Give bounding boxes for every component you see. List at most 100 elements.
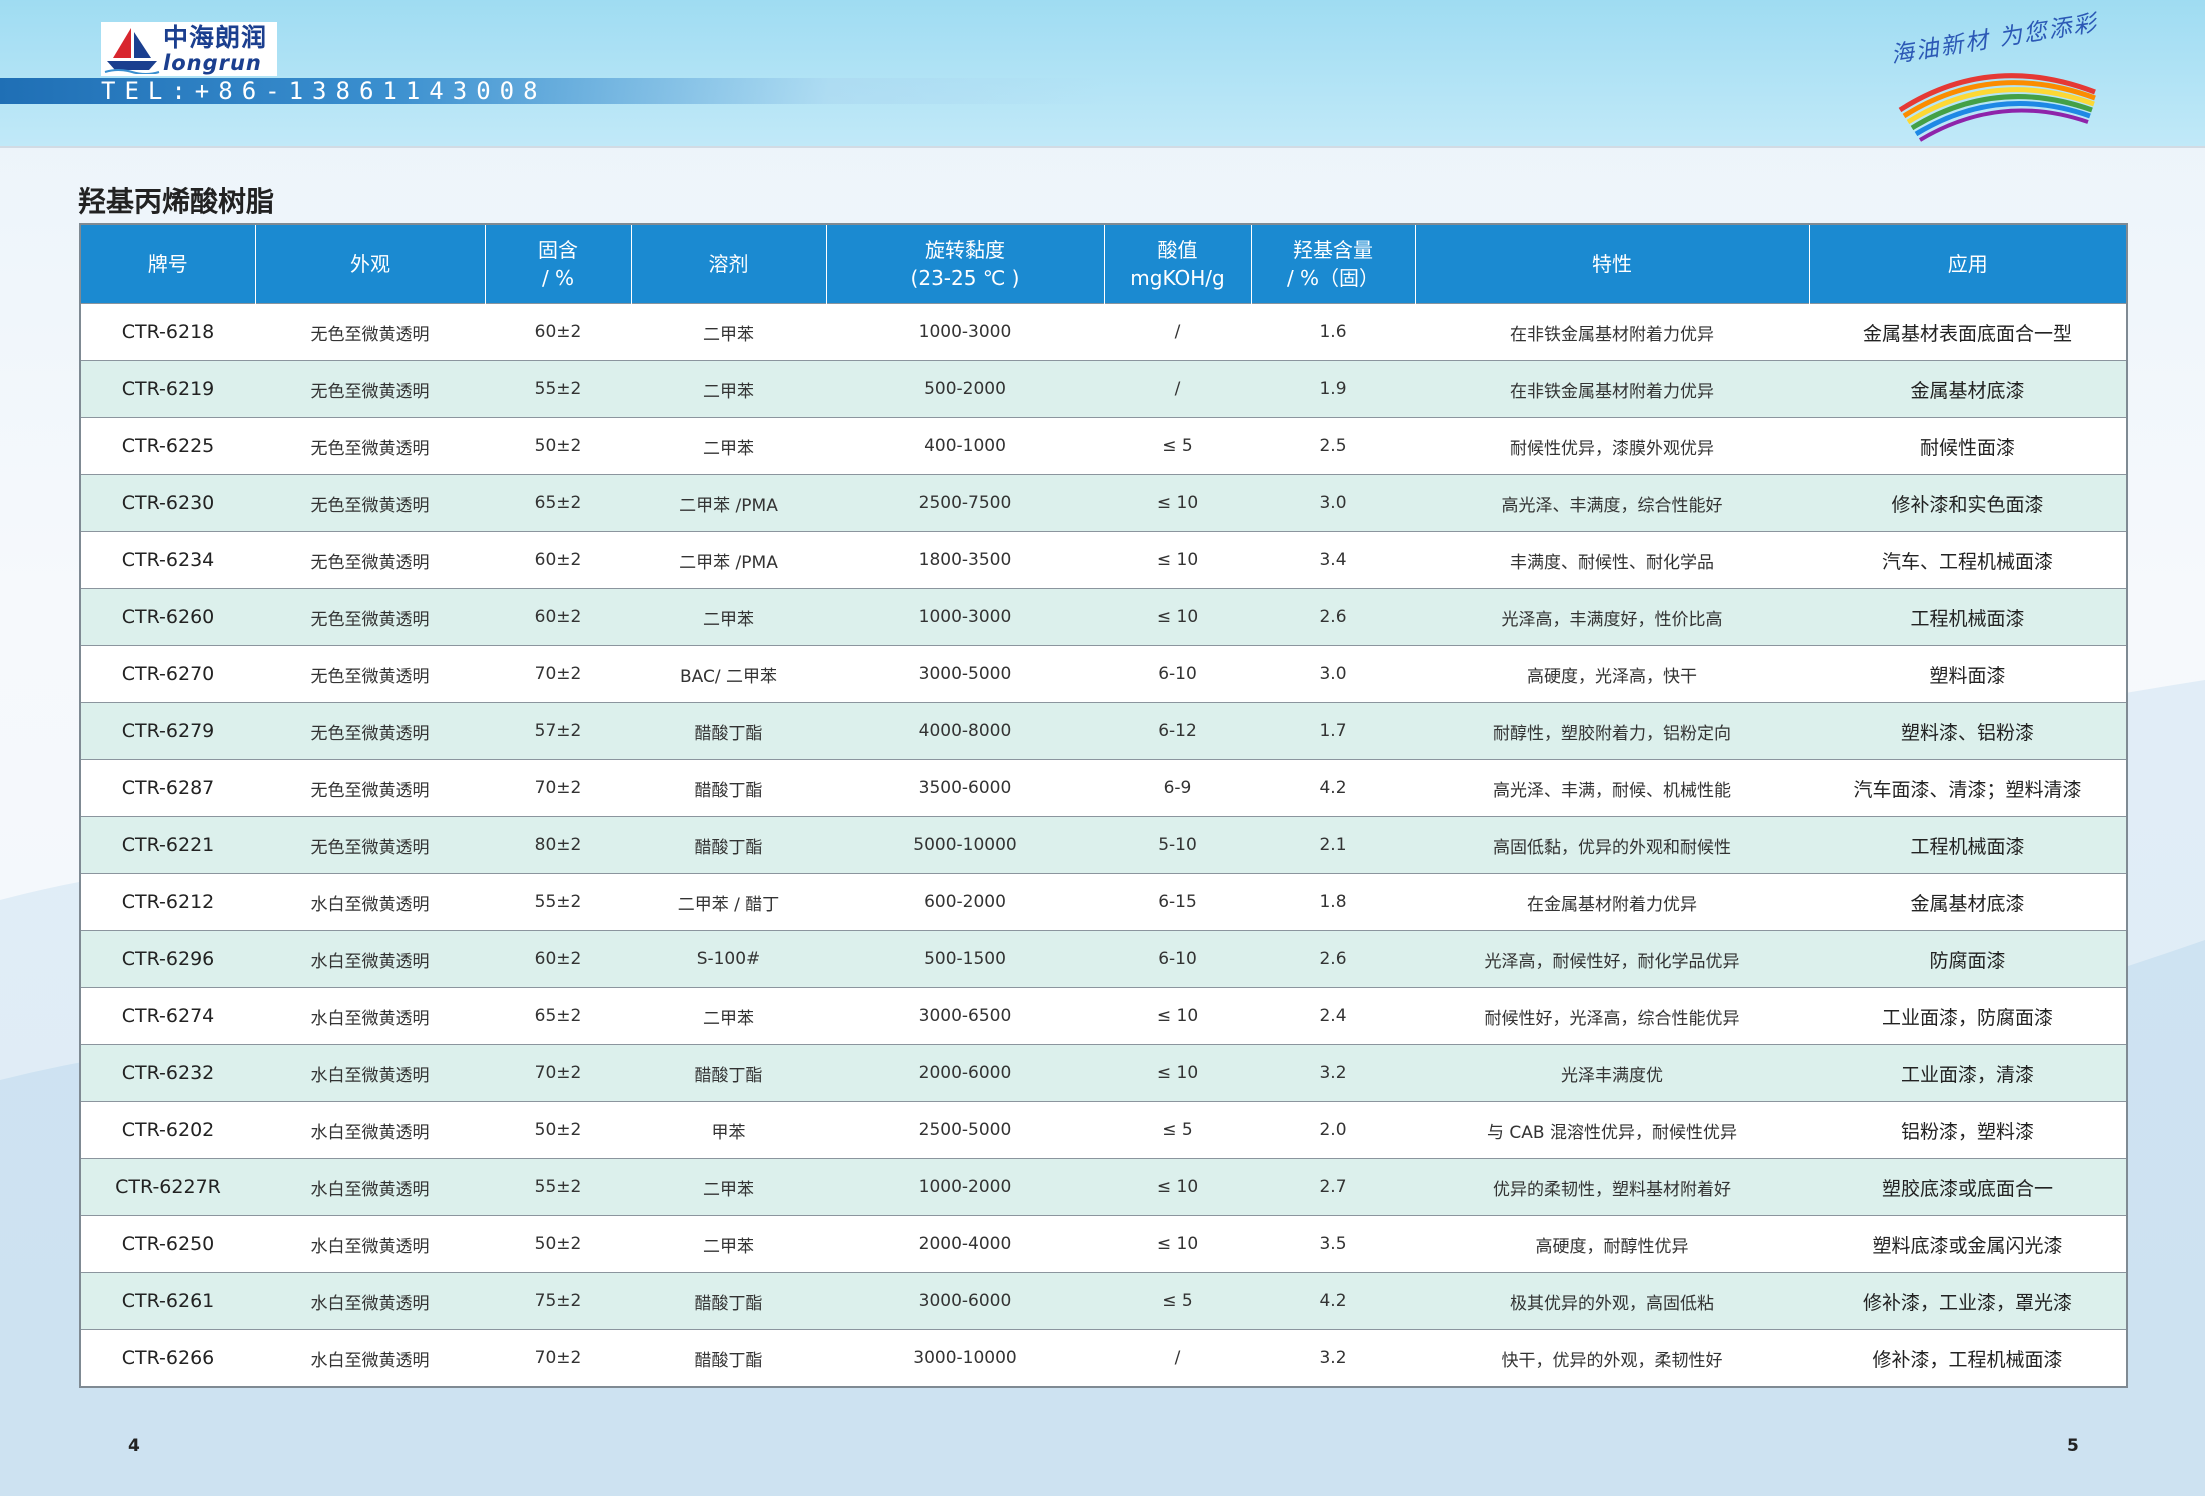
cell-solids: 55±2 <box>485 873 631 931</box>
table-row: CTR-6287 无色至微黄透明 70±2 醋酸丁酯 3500-6000 6-9 4.2 高光… <box>80 759 2127 817</box>
company-logo: 中海朗润 longrun <box>101 22 277 76</box>
cell-acid-value: ≤ 10 <box>1104 588 1251 646</box>
column-header-solvent: 溶剂 <box>631 224 827 304</box>
cell-viscosity: 3000-6500 <box>826 987 1104 1045</box>
cell-solids: 57±2 <box>485 702 631 760</box>
logo-english-name: longrun <box>163 50 262 75</box>
cell-acid-value: / <box>1104 1329 1251 1387</box>
cell-application: 工程机械面漆 <box>1809 816 2127 874</box>
cell-properties: 与 CAB 混溶性优异，耐候性优异 <box>1415 1101 1809 1159</box>
table-row: CTR-6261 水白至微黄透明 75±2 醋酸丁酯 3000-6000 ≤ 5 4.2 极其… <box>80 1272 2127 1330</box>
cell-solvent: 二甲苯 <box>631 303 826 361</box>
cell-solvent: 醋酸丁酯 <box>631 1329 826 1387</box>
table-row: CTR-6234 无色至微黄透明 60±2 二甲苯 /PMA 1800-3500 ≤ 10… <box>80 531 2127 589</box>
cell-viscosity: 4000-8000 <box>826 702 1104 760</box>
cell-solids: 55±2 <box>485 1158 631 1216</box>
column-header-line1: 旋转黏度 <box>925 238 1005 262</box>
cell-acid-value: ≤ 10 <box>1104 474 1251 532</box>
table-row: CTR-6227R 水白至微黄透明 55±2 二甲苯 1000-2000 ≤ 10 2.7 优… <box>80 1158 2127 1216</box>
table-row: CTR-6202 水白至微黄透明 50±2 甲苯 2500-5000 ≤ 5 2.0 与 CA… <box>80 1101 2127 1159</box>
cell-viscosity: 3000-10000 <box>826 1329 1104 1387</box>
cell-appearance: 无色至微黄透明 <box>255 588 485 646</box>
cell-properties: 高光泽、丰满度，综合性能好 <box>1415 474 1809 532</box>
cell-acid-value: ≤ 10 <box>1104 1044 1251 1102</box>
table-row: CTR-6230 无色至微黄透明 65±2 二甲苯 /PMA 2500-7500 ≤ 10… <box>80 474 2127 532</box>
cell-solvent: BAC/ 二甲苯 <box>631 645 826 703</box>
cell-solids: 50±2 <box>485 417 631 475</box>
column-header-line1: 溶剂 <box>708 252 749 276</box>
cell-code: CTR-6279 <box>80 702 255 760</box>
cell-appearance: 无色至微黄透明 <box>255 759 485 817</box>
cell-application: 塑料漆、铝粉漆 <box>1809 702 2127 760</box>
cell-appearance: 水白至微黄透明 <box>255 987 485 1045</box>
cell-viscosity: 2000-6000 <box>826 1044 1104 1102</box>
cell-application: 汽车、工程机械面漆 <box>1809 531 2127 589</box>
cell-properties: 耐候性优异，漆膜外观优异 <box>1415 417 1809 475</box>
cell-code: CTR-6225 <box>80 417 255 475</box>
cell-hydroxyl: 2.1 <box>1251 816 1415 874</box>
cell-properties: 丰满度、耐候性、耐化学品 <box>1415 531 1809 589</box>
cell-solids: 50±2 <box>485 1215 631 1273</box>
cell-application: 修补漆，工程机械面漆 <box>1809 1329 2127 1387</box>
cell-acid-value: 6-10 <box>1104 645 1251 703</box>
cell-appearance: 水白至微黄透明 <box>255 1101 485 1159</box>
cell-appearance: 水白至微黄透明 <box>255 1044 485 1102</box>
cell-hydroxyl: 1.7 <box>1251 702 1415 760</box>
column-header-line1: 特性 <box>1592 252 1632 276</box>
cell-acid-value: ≤ 10 <box>1104 987 1251 1045</box>
cell-properties: 高硬度，光泽高，快干 <box>1415 645 1809 703</box>
column-header-line2: mgKOH/g <box>1130 266 1225 290</box>
cell-acid-value: / <box>1104 303 1251 361</box>
cell-appearance: 无色至微黄透明 <box>255 702 485 760</box>
cell-properties: 光泽丰满度优 <box>1415 1044 1809 1102</box>
cell-application: 塑料面漆 <box>1809 645 2127 703</box>
cell-solvent: 甲苯 <box>631 1101 826 1159</box>
column-header-acid-value: 酸值 mgKOH/g <box>1104 224 1252 304</box>
cell-appearance: 水白至微黄透明 <box>255 1215 485 1273</box>
cell-solids: 55±2 <box>485 360 631 418</box>
cell-application: 防腐面漆 <box>1809 930 2127 988</box>
cell-acid-value: 6-15 <box>1104 873 1251 931</box>
cell-solvent: 醋酸丁酯 <box>631 759 826 817</box>
column-header-solids: 固含 / % <box>485 224 632 304</box>
cell-appearance: 水白至微黄透明 <box>255 1272 485 1330</box>
table-row: CTR-6219 无色至微黄透明 55±2 二甲苯 500-2000/1.9 在非铁金属基… <box>80 360 2127 418</box>
cell-code: CTR-6270 <box>80 645 255 703</box>
column-header-hydroxyl: 羟基含量 / %（固） <box>1251 224 1416 304</box>
cell-hydroxyl: 3.0 <box>1251 474 1415 532</box>
table-row: CTR-6270 无色至微黄透明 70±2 BAC/ 二甲苯 3000-5000 6-10… <box>80 645 2127 703</box>
cell-solvent: 醋酸丁酯 <box>631 702 826 760</box>
cell-properties: 高硬度，耐醇性优异 <box>1415 1215 1809 1273</box>
column-header-line2: / %（固） <box>1286 266 1380 290</box>
cell-application: 金属基材表面底面合一型 <box>1809 303 2127 361</box>
cell-hydroxyl: 3.0 <box>1251 645 1415 703</box>
page-number-left: 4 <box>128 1436 140 1456</box>
cell-application: 修补漆和实色面漆 <box>1809 474 2127 532</box>
column-header-application: 应用 <box>1809 224 2127 304</box>
cell-viscosity: 3000-6000 <box>826 1272 1104 1330</box>
cell-viscosity: 500-1500 <box>826 930 1104 988</box>
cell-hydroxyl: 4.2 <box>1251 1272 1415 1330</box>
cell-solids: 60±2 <box>485 588 631 646</box>
cell-properties: 极其优异的外观，高固低粘 <box>1415 1272 1809 1330</box>
cell-application: 金属基材底漆 <box>1809 360 2127 418</box>
cell-solids: 70±2 <box>485 645 631 703</box>
cell-hydroxyl: 3.2 <box>1251 1329 1415 1387</box>
column-header-code: 牌号 <box>80 224 256 304</box>
cell-code: CTR-6230 <box>80 474 255 532</box>
cell-code: CTR-6274 <box>80 987 255 1045</box>
cell-application: 汽车面漆、清漆；塑料清漆 <box>1809 759 2127 817</box>
cell-solvent: 二甲苯 /PMA <box>631 474 826 532</box>
cell-properties: 耐醇性，塑胶附着力，铝粉定向 <box>1415 702 1809 760</box>
cell-solvent: 二甲苯 <box>631 588 826 646</box>
column-header-properties: 特性 <box>1415 224 1810 304</box>
resin-spec-table: 牌号 外观 固含 / % 溶剂 旋转黏度 (23-25 ℃ ) 酸值 mgKOH/g 羟基含量 / … <box>79 223 2128 1388</box>
cell-solvent: 二甲苯 <box>631 1158 826 1216</box>
column-header-line1: 羟基含量 <box>1293 238 1373 262</box>
cell-code: CTR-6266 <box>80 1329 255 1387</box>
telephone-number: TEL:+86-13861143008 <box>101 77 547 105</box>
cell-acid-value: 6-9 <box>1104 759 1251 817</box>
cell-solids: 65±2 <box>485 987 631 1045</box>
cell-application: 塑胶底漆或底面合一 <box>1809 1158 2127 1216</box>
cell-application: 修补漆，工业漆，罩光漆 <box>1809 1272 2127 1330</box>
